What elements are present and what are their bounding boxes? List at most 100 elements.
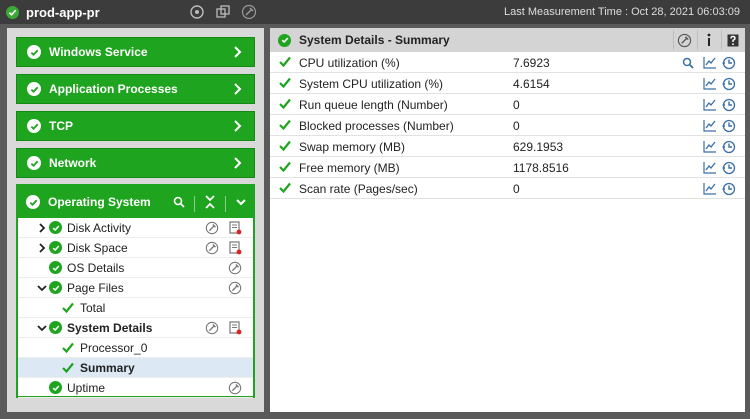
- history-icon[interactable]: [721, 181, 736, 196]
- tools-icon[interactable]: [240, 3, 258, 21]
- chevron-right-icon[interactable]: [37, 242, 47, 253]
- measure-row: Scan rate (Pages/sec) 0: [270, 178, 745, 199]
- chevron-down-icon[interactable]: [37, 323, 47, 333]
- chevron-right-icon[interactable]: [232, 119, 244, 136]
- tree-item-disk-space[interactable]: Disk Space: [18, 238, 253, 258]
- copy-window-icon[interactable]: [214, 3, 232, 21]
- tree-item-total[interactable]: Total: [18, 298, 253, 318]
- chevron-down-icon[interactable]: [235, 196, 247, 211]
- tree-item-label: Total: [80, 300, 106, 315]
- operating-system-layer: Operating System Disk Activity Disk Spac…: [16, 184, 255, 398]
- tools-icon[interactable]: [227, 280, 243, 296]
- tree-item-label: Summary: [80, 360, 135, 375]
- operating-system-header[interactable]: Operating System: [18, 186, 253, 218]
- status-ok-icon: [27, 45, 41, 59]
- collapse-all-icon[interactable]: [204, 194, 216, 213]
- search-icon[interactable]: [173, 196, 185, 211]
- chevron-right-icon[interactable]: [232, 156, 244, 173]
- title-toolbar: [188, 3, 258, 21]
- measure-value: 0: [513, 182, 520, 196]
- status-ok-icon: [27, 82, 41, 96]
- tools-icon[interactable]: [227, 260, 243, 276]
- measure-name: Swap memory (MB): [299, 140, 406, 154]
- status-ok-icon: [26, 195, 40, 209]
- group-label: Windows Service: [49, 45, 148, 59]
- tree-item-uptime[interactable]: Uptime: [18, 378, 253, 398]
- layer-panel: Windows Service Application Processes TC…: [7, 28, 264, 412]
- status-ok-icon: [49, 321, 62, 334]
- status-ok-icon: [278, 33, 291, 47]
- check-icon: [62, 342, 74, 356]
- report-icon[interactable]: [227, 220, 243, 236]
- history-icon[interactable]: [721, 55, 736, 70]
- os-header-actions: [173, 194, 247, 213]
- graph-icon[interactable]: [702, 181, 717, 196]
- graph-icon[interactable]: [702, 76, 717, 91]
- panel-title: System Details - Summary: [299, 33, 450, 47]
- history-icon[interactable]: [721, 97, 736, 112]
- info-icon[interactable]: [697, 30, 719, 50]
- tree-item-processor-0[interactable]: Processor_0: [18, 338, 253, 358]
- tree-item-page-files[interactable]: Page Files: [18, 278, 253, 298]
- history-icon[interactable]: [721, 76, 736, 91]
- check-icon: [62, 362, 74, 376]
- group-windows-service[interactable]: Windows Service: [16, 37, 255, 67]
- check-icon: [279, 98, 291, 112]
- chevron-right-icon[interactable]: [232, 45, 244, 62]
- status-ok-icon: [27, 156, 41, 170]
- app-title: prod-app-pr: [26, 4, 100, 20]
- graph-icon[interactable]: [702, 160, 717, 175]
- search-icon[interactable]: [680, 55, 695, 70]
- title-bar: prod-app-pr Last Measurement Time : Oct …: [0, 0, 750, 24]
- check-icon: [279, 119, 291, 133]
- measure-row: System CPU utilization (%) 4.6154: [270, 73, 745, 94]
- graph-icon[interactable]: [702, 55, 717, 70]
- check-icon: [279, 140, 291, 154]
- history-icon[interactable]: [721, 139, 736, 154]
- refresh-settings-icon[interactable]: [188, 3, 206, 21]
- tree-item-system-details[interactable]: System Details: [18, 318, 253, 338]
- report-icon[interactable]: [227, 240, 243, 256]
- measure-name: Free memory (MB): [299, 161, 400, 175]
- measure-value: 0: [513, 98, 520, 112]
- status-ok-icon: [49, 261, 62, 274]
- group-network[interactable]: Network: [16, 148, 255, 178]
- history-icon[interactable]: [721, 160, 736, 175]
- divider: [225, 195, 226, 212]
- measurements-panel: System Details - Summary CPU utilization…: [270, 28, 745, 412]
- chevron-right-icon[interactable]: [37, 222, 47, 233]
- measure-row: Run queue length (Number) 0: [270, 94, 745, 115]
- measure-value: 629.1953: [513, 140, 564, 154]
- graph-icon[interactable]: [702, 97, 717, 112]
- test-tree: Disk Activity Disk Space OS Details Page…: [18, 218, 253, 398]
- measure-name: Blocked processes (Number): [299, 119, 454, 133]
- tools-icon[interactable]: [673, 30, 695, 50]
- measure-name: System CPU utilization (%): [299, 77, 444, 91]
- chevron-down-icon[interactable]: [37, 283, 47, 293]
- report-icon[interactable]: [227, 320, 243, 336]
- measure-name: Run queue length (Number): [299, 98, 448, 112]
- tree-item-label: OS Details: [67, 260, 125, 275]
- measure-value: 7.6923: [513, 56, 550, 70]
- check-icon: [279, 161, 291, 175]
- tools-icon[interactable]: [227, 380, 243, 396]
- group-application-processes[interactable]: Application Processes: [16, 74, 255, 104]
- status-ok-icon: [49, 221, 62, 234]
- panel-header: System Details - Summary: [270, 28, 745, 52]
- tools-icon[interactable]: [204, 320, 220, 336]
- status-ok-icon: [49, 241, 62, 254]
- graph-icon[interactable]: [702, 139, 717, 154]
- tree-item-os-details[interactable]: OS Details: [18, 258, 253, 278]
- tree-item-label: System Details: [67, 320, 153, 335]
- graph-icon[interactable]: [702, 118, 717, 133]
- tree-item-disk-activity[interactable]: Disk Activity: [18, 218, 253, 238]
- help-icon[interactable]: [721, 30, 743, 50]
- tree-item-summary[interactable]: Summary: [18, 358, 253, 378]
- group-tcp[interactable]: TCP: [16, 111, 255, 141]
- measure-row: Blocked processes (Number) 0: [270, 115, 745, 136]
- chevron-right-icon[interactable]: [232, 82, 244, 99]
- history-icon[interactable]: [721, 118, 736, 133]
- check-icon: [279, 182, 291, 196]
- tools-icon[interactable]: [204, 220, 220, 236]
- tools-icon[interactable]: [204, 240, 220, 256]
